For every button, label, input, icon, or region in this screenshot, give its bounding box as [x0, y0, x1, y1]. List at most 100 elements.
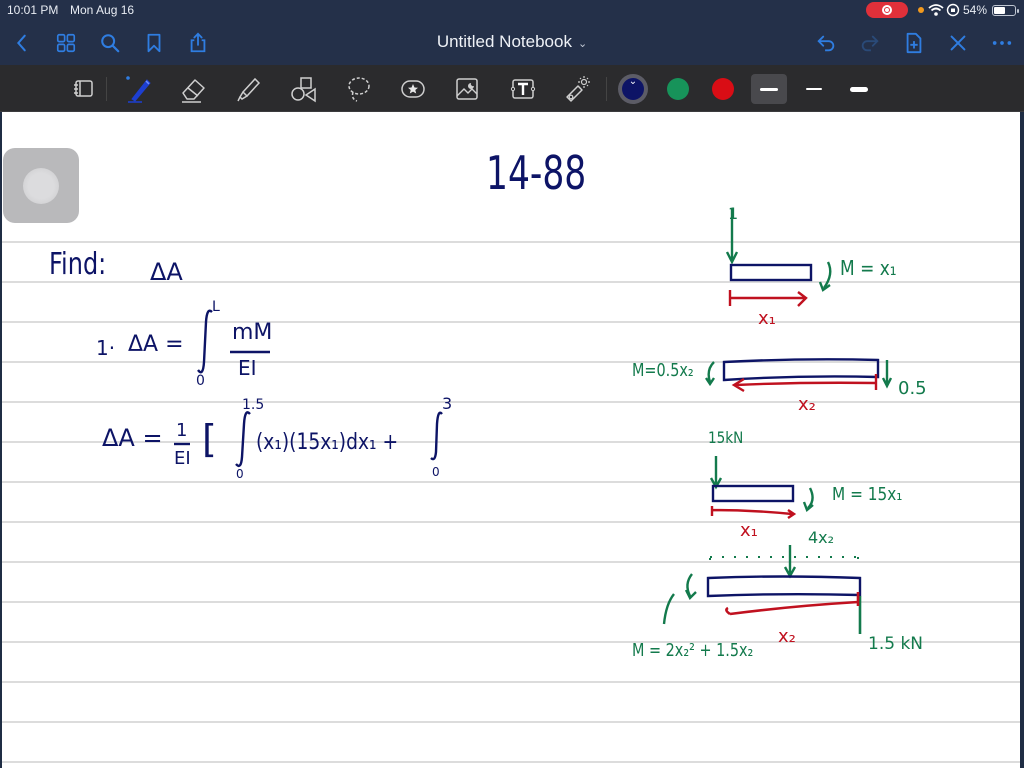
chevron-down-icon: ⌄ [577, 38, 588, 50]
coordinate-arrow [725, 592, 860, 616]
microphone-indicator-icon [918, 7, 924, 13]
color-swatch-navy[interactable] [622, 76, 644, 100]
eq1-upper-limit: L [212, 299, 220, 315]
eq2-lhs: ΔA = [102, 424, 163, 452]
eq1-denominator: EI [238, 356, 257, 380]
stroke-sample [806, 88, 822, 90]
ruled-line [2, 761, 1020, 763]
eq2-int1-lower-limit: 0 [236, 467, 244, 481]
d4-distributed-load-label: 4x₂ [808, 528, 835, 547]
d2-moment-label: M=0.5x₂ [632, 360, 694, 381]
stroke-width-thick[interactable] [841, 74, 877, 104]
find-target: ΔA [150, 258, 183, 286]
highlighter-tool-icon[interactable] [232, 74, 262, 104]
find-label: Find: [49, 247, 107, 282]
lasso-tool-icon[interactable] [344, 74, 374, 104]
ruled-line [2, 481, 1020, 483]
coordinate-arrow [728, 290, 808, 307]
navigation-bar: Untitled Notebook ⌄ [0, 22, 1024, 65]
eq2-int2-upper-limit: 3 [442, 394, 453, 413]
notebook-title-text: Untitled Notebook [436, 32, 572, 51]
sticker-tool-icon[interactable] [398, 74, 428, 104]
status-time: 10:01 PM [7, 3, 59, 17]
eq1-lhs: ΔA = [128, 332, 184, 357]
d3-coordinate-label: x₁ [740, 520, 758, 541]
diagram-1 [725, 209, 832, 307]
stroke-sample [850, 86, 868, 92]
eraser-tool-icon[interactable] [178, 74, 208, 104]
notes-app: 10:01 PM Mon Aug 16 54% Untitled Noteboo… [0, 0, 1024, 768]
beam-segment [729, 263, 813, 282]
moment-arrow [802, 487, 814, 513]
close-icon[interactable] [946, 31, 970, 55]
moment-leader [662, 593, 675, 625]
integral-sign [430, 411, 443, 461]
problem-number: 14-88 [486, 146, 587, 200]
status-bar: 10:01 PM Mon Aug 16 54% [0, 0, 1024, 22]
eq2-fraction-numerator: 1 [176, 420, 188, 441]
coordinate-arrow [710, 506, 797, 519]
pen-tool-icon[interactable] [124, 74, 154, 104]
beam-segment [711, 484, 795, 503]
color-swatch-green[interactable] [667, 78, 689, 100]
moment-arrow [818, 261, 832, 292]
diagram-4 [662, 545, 862, 634]
toolbar-divider [106, 77, 107, 101]
more-icon[interactable] [990, 31, 1014, 55]
drawing-toolbar [0, 65, 1024, 112]
diagram-2 [705, 358, 893, 393]
page-view-icon[interactable] [68, 74, 98, 104]
d1-moment-label: M = x₁ [840, 256, 897, 280]
screen-recording-indicator[interactable] [866, 2, 908, 18]
d2-coordinate-label: x₂ [798, 394, 816, 415]
integral-sign [197, 309, 213, 374]
undo-icon[interactable] [814, 31, 838, 55]
text-tool-icon[interactable] [508, 74, 538, 104]
battery-fill [994, 7, 1005, 14]
beam-segment [706, 575, 862, 598]
add-page-icon[interactable] [902, 31, 926, 55]
stroke-sample [760, 87, 778, 91]
rotation-lock-icon [946, 3, 960, 17]
moment-arrow [705, 361, 715, 387]
battery-percentage: 54% [963, 3, 988, 17]
ruled-line [2, 681, 1020, 683]
reaction-arrow [881, 360, 893, 389]
battery-icon [992, 5, 1019, 16]
color-swatch-red[interactable] [712, 78, 734, 100]
d3-moment-label: M = 15x₁ [832, 484, 903, 505]
d2-reaction-label: 0.5 [898, 378, 927, 399]
eq1-numerator: mM [232, 320, 273, 345]
diagram-3 [709, 456, 814, 519]
toolbar-divider [606, 77, 607, 101]
eq2-int1-upper-limit: 1.5 [242, 397, 265, 413]
stroke-width-medium[interactable] [751, 74, 787, 104]
d4-coordinate-label: x₂ [778, 626, 796, 647]
shapes-tool-icon[interactable] [288, 74, 318, 104]
eq2-bracket: [ [202, 417, 217, 461]
status-date: Mon Aug 16 [70, 3, 135, 17]
eq1-lower-limit: 0 [196, 373, 205, 389]
redo-icon[interactable] [858, 31, 882, 55]
stroke-width-thin[interactable] [796, 74, 832, 104]
ruled-line [2, 561, 1020, 563]
wifi-icon [928, 4, 944, 16]
notebook-page[interactable]: 14-88 Find: ΔA 1· ΔA = L 0 mM EI ΔA = 1 … [2, 112, 1020, 768]
eq2-int1-body: (x₁)(15x₁)dx₁ + [256, 430, 399, 455]
ruled-line [2, 401, 1020, 403]
d4-moment-label: M = 2x₂² + 1.5x₂ [632, 640, 754, 661]
eq2-int2-lower-limit: 0 [432, 465, 440, 479]
coordinate-arrow [731, 374, 878, 393]
ruled-line [2, 721, 1020, 723]
ruled-line [2, 521, 1020, 523]
record-icon [882, 5, 892, 15]
integral-sign [235, 411, 251, 468]
d1-coordinate-label: x₁ [758, 308, 776, 329]
image-tool-icon[interactable] [452, 74, 482, 104]
floating-assistive-button[interactable] [3, 148, 79, 223]
ruled-line [2, 321, 1020, 323]
ruled-line [2, 241, 1020, 243]
d1-load-label: 1 [728, 204, 739, 223]
ruled-line [2, 601, 1020, 603]
laser-pointer-tool-icon[interactable] [562, 74, 592, 104]
